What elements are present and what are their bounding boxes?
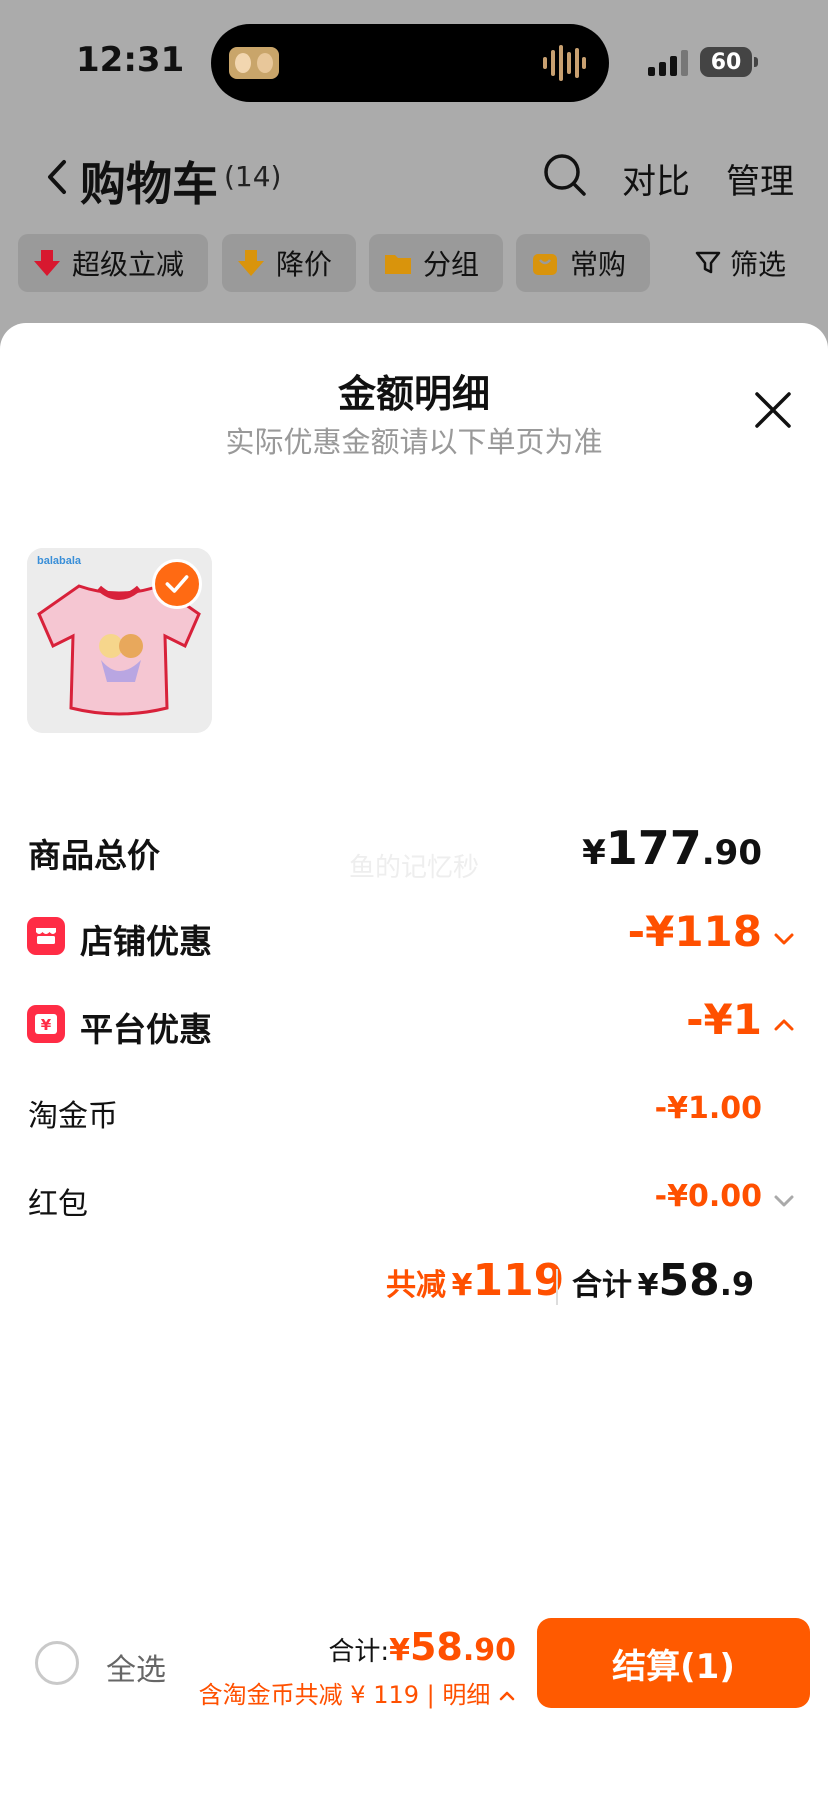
store-discount-label: 店铺优惠: [80, 922, 212, 961]
folder-icon: [385, 255, 411, 274]
goods-total-label: 商品总价: [28, 836, 160, 875]
taojinbi-label: 淘金币: [28, 1099, 118, 1134]
chip-price-drop[interactable]: 降价: [222, 234, 356, 292]
select-all-label[interactable]: 全选: [106, 1645, 166, 1689]
checkout-button-label: 结算(1): [612, 1646, 735, 1687]
island-waveform-icon: [543, 45, 586, 81]
chip-frequent[interactable]: 常购: [516, 234, 650, 292]
store-discount-value: -¥118: [627, 907, 762, 956]
store-icon: [27, 917, 65, 955]
summary-divider: [556, 1269, 558, 1305]
funnel-icon: [695, 251, 721, 274]
taojinbi-row: 淘金币 -¥1.00: [0, 1085, 828, 1145]
savings-detail-link[interactable]: 含淘金币共减 ¥ 119 | 明细: [199, 1675, 516, 1710]
amount-detail-sheet: 金额明细 实际优惠金额请以下单页为准 balabala 鱼的记忆秒 商品总价 ¥…: [0, 323, 828, 1796]
filter-label: 筛选: [730, 248, 787, 281]
svg-text:balabala: balabala: [37, 555, 82, 567]
filter-button[interactable]: 筛选: [694, 234, 786, 292]
chevron-up-icon: [774, 1019, 794, 1031]
platform-discount-value: -¥1: [686, 995, 762, 1044]
chip-group[interactable]: 分组: [369, 234, 503, 292]
close-icon[interactable]: [752, 389, 794, 431]
status-time: 12:31: [76, 40, 185, 80]
select-all-radio[interactable]: [35, 1641, 79, 1685]
compare-link[interactable]: 对比: [622, 154, 690, 203]
chip-label: 超级立减: [72, 248, 185, 281]
signal-icon: [648, 50, 688, 76]
orange-down-arrow-icon: [238, 250, 264, 276]
status-bar: 12:31 60: [0, 0, 828, 120]
battery-level: 60: [710, 49, 742, 75]
chip-super-discount[interactable]: 超级立减: [18, 234, 208, 292]
yuan-coupon-icon: ¥: [27, 1005, 65, 1043]
shopping-bag-icon: [533, 254, 557, 275]
red-down-arrow-icon: [34, 250, 60, 276]
goods-total-value: ¥177.90: [582, 821, 762, 875]
chevron-down-icon: [774, 1195, 794, 1207]
checkout-button[interactable]: 结算(1): [537, 1618, 810, 1708]
sheet-subtitle: 实际优惠金额请以下单页为准: [225, 425, 603, 459]
search-icon[interactable]: [542, 152, 588, 198]
chip-label: 分组: [423, 248, 480, 281]
summary-line: 共减 ¥119 合计 ¥58.9: [0, 1255, 828, 1315]
cart-header: 购物车 (14) 对比 管理: [0, 130, 828, 220]
chevron-up-icon: [499, 1691, 515, 1701]
checkout-total: 合计:¥58.90: [328, 1625, 516, 1669]
cart-count: (14): [224, 160, 282, 193]
back-chevron-icon[interactable]: [44, 158, 70, 196]
page-title: 购物车: [80, 157, 218, 211]
svg-text:¥: ¥: [41, 1016, 52, 1034]
selected-check-icon[interactable]: [152, 559, 202, 609]
battery-icon: 60: [700, 47, 758, 77]
taojinbi-value: -¥1.00: [654, 1091, 762, 1126]
filter-row: 超级立减 降价 分组 常购 筛选: [0, 234, 828, 296]
checkout-bar: 全选 合计:¥58.90 含淘金币共减 ¥ 119 | 明细 结算(1): [0, 1615, 828, 1715]
island-album-art-icon: [229, 47, 279, 79]
store-discount-row[interactable]: 店铺优惠 -¥118: [0, 907, 828, 967]
red-packet-value: -¥0.00: [654, 1179, 762, 1214]
chip-label: 降价: [276, 248, 333, 281]
red-packet-label: 红包: [28, 1187, 88, 1222]
chevron-down-icon: [774, 933, 794, 945]
manage-link[interactable]: 管理: [726, 154, 794, 203]
platform-discount-row[interactable]: ¥ 平台优惠 -¥1: [0, 995, 828, 1055]
dynamic-island[interactable]: [211, 24, 609, 102]
summary-total: 合计 ¥58.9: [572, 1255, 755, 1306]
red-packet-row[interactable]: 红包 -¥0.00: [0, 1173, 828, 1233]
goods-total-row: 商品总价 ¥177.90: [0, 821, 828, 881]
chip-label: 常购: [570, 248, 627, 281]
sheet-title: 金额明细: [337, 372, 490, 416]
total-reduction: 共减 ¥119: [386, 1255, 565, 1306]
platform-discount-label: 平台优惠: [80, 1010, 212, 1049]
